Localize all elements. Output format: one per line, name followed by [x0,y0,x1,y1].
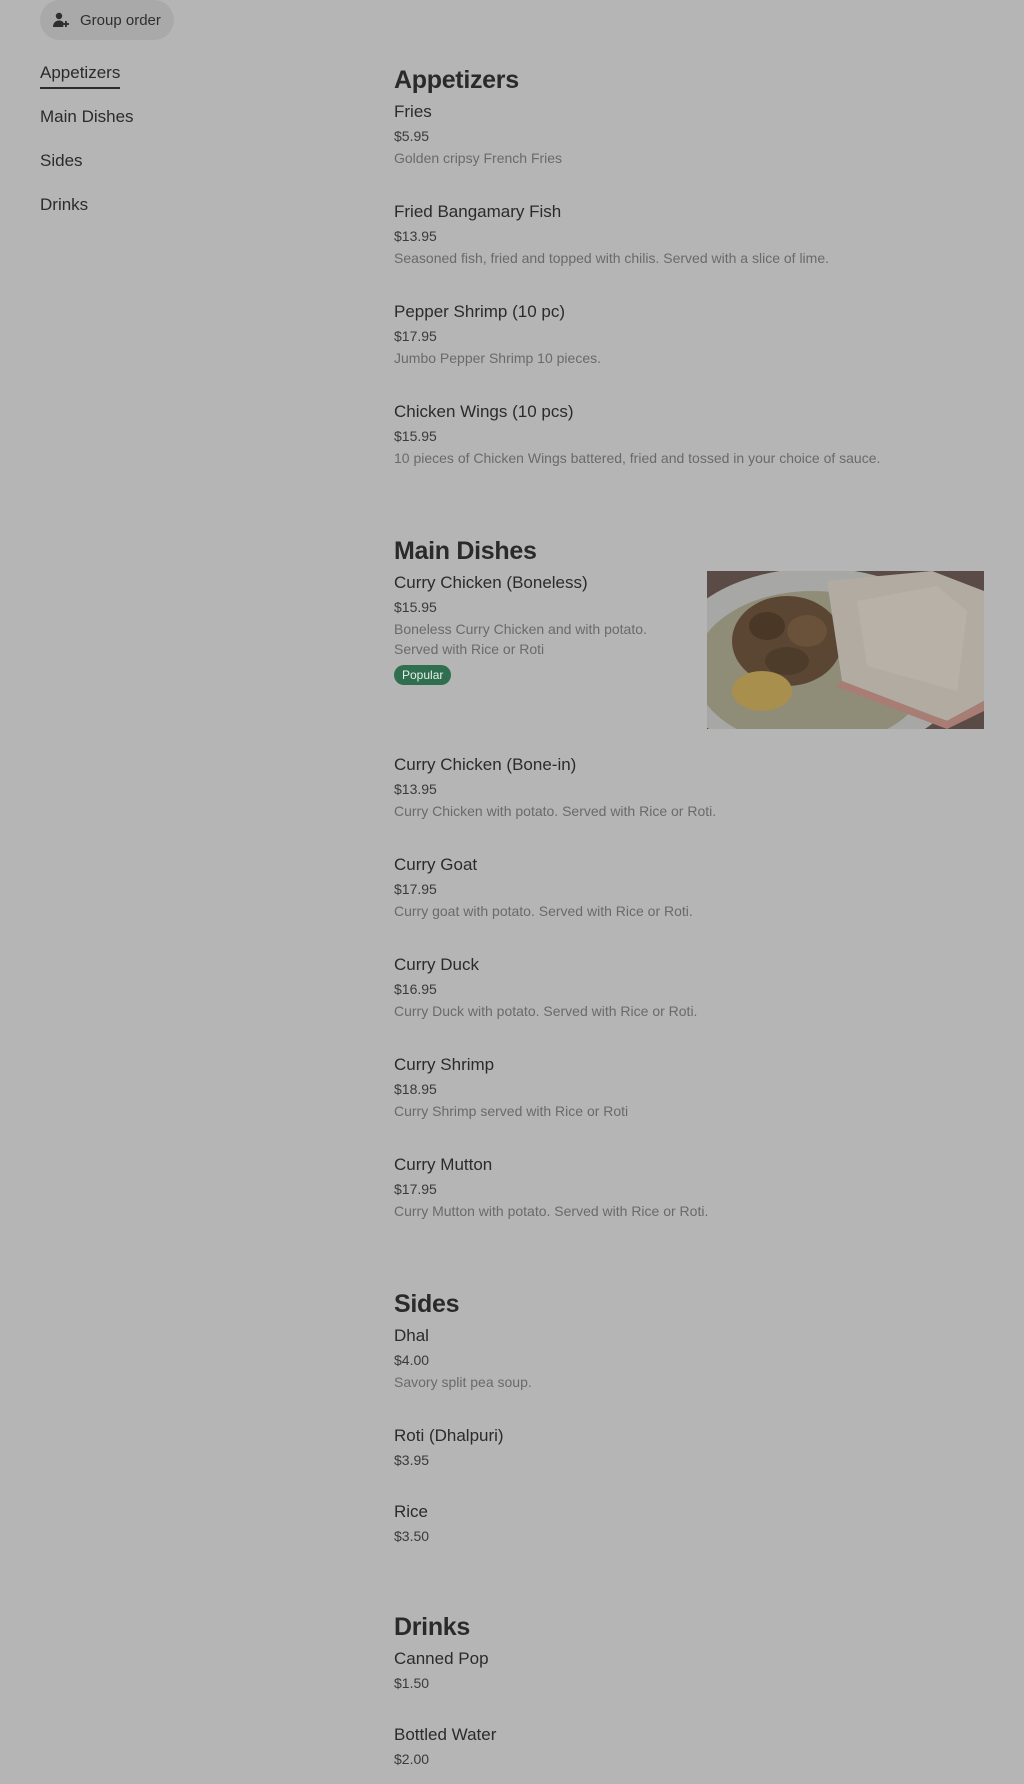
item-name: Pepper Shrimp (10 pc) [394,302,566,321]
item-price: $18.95 [394,1081,437,1097]
menu-item[interactable]: Curry Shrimp $18.95 Curry Shrimp served … [394,1053,984,1153]
nav-item-label: Drinks [40,195,89,214]
item-name: Curry Goat [394,855,478,874]
item-price: $17.95 [394,328,437,344]
item-name: Curry Shrimp [394,1055,495,1074]
section-title: Sides [394,1290,460,1318]
item-description: 10 pieces of Chicken Wings battered, fri… [394,450,881,466]
item-name: Curry Duck [394,955,480,974]
group-order-label: Group order [80,11,161,29]
section-appetizers: Appetizers Fries $5.95 Golden cripsy Fre… [394,60,984,500]
section-drinks: Drinks Canned Pop $1.50 Bottled Water $2… [394,1607,984,1783]
menu-item[interactable]: Fries $5.95 Golden cripsy French Fries [394,100,984,200]
item-price: $3.95 [394,1452,430,1468]
item-name: Curry Chicken (Boneless) [394,573,588,592]
group-order-button[interactable]: Group order [40,0,174,40]
menu-item[interactable]: Curry Chicken (Bone-in) $13.95 Curry Chi… [394,753,984,853]
item-description: Savory split pea soup. [394,1374,532,1390]
menu-item[interactable]: Bottled Water $2.00 [394,1723,984,1783]
menu-item[interactable]: Curry Goat $17.95 Curry goat with potato… [394,853,984,953]
item-name: Fries [394,102,432,121]
section-title: Main Dishes [394,537,537,565]
item-price: $1.50 [394,1675,430,1691]
item-description: Curry goat with potato. Served with Rice… [394,903,693,919]
section-title: Appetizers [394,66,519,94]
nav-item-label: Main Dishes [40,107,134,126]
item-description: Curry Shrimp served with Rice or Roti [394,1103,629,1119]
item-description: Jumbo Pepper Shrimp 10 pieces. [394,350,601,366]
item-price: $17.95 [394,1181,437,1197]
section-main-dishes: Main Dishes Curry Chicken (Boneless) $15… [394,531,984,1253]
item-description: Curry Chicken with potato. Served with R… [394,803,717,819]
item-name: Curry Chicken (Bone-in) [394,755,577,774]
item-price: $4.00 [394,1352,430,1368]
item-price: $13.95 [394,781,437,797]
group-add-icon [52,11,70,29]
menu-item[interactable]: Curry Mutton $17.95 Curry Mutton with po… [394,1153,984,1253]
item-description: Seasoned fish, fried and topped with chi… [394,250,830,266]
menu-item[interactable]: Fried Bangamary Fish $13.95 Seasoned fis… [394,200,984,300]
item-name: Bottled Water [394,1725,497,1744]
item-description: Curry Duck with potato. Served with Rice… [394,1003,698,1019]
item-description: Boneless Curry Chicken and with potato. … [394,621,647,657]
menu-item[interactable]: Chicken Wings (10 pcs) $15.95 10 pieces … [394,400,984,500]
menu-item[interactable]: Roti (Dhalpuri) $3.95 [394,1424,984,1500]
item-name: Roti (Dhalpuri) [394,1426,504,1445]
item-name: Rice [394,1502,429,1521]
item-price: $15.95 [394,428,437,444]
item-description: Curry Mutton with potato. Served with Ri… [394,1203,709,1219]
popular-badge: Popular [394,665,452,685]
item-price: $3.50 [394,1528,430,1544]
item-name: Chicken Wings (10 pcs) [394,402,574,421]
category-nav: Appetizers Main Dishes Sides Drinks [40,60,340,236]
menu-item[interactable]: Dhal $4.00 Savory split pea soup. [394,1324,984,1424]
section-title: Drinks [394,1613,471,1641]
nav-item-label: Sides [40,151,83,170]
item-price: $2.00 [394,1751,430,1767]
menu-item[interactable]: Pepper Shrimp (10 pc) $17.95 Jumbo Peppe… [394,300,984,400]
menu-item[interactable]: Rice $3.50 [394,1500,984,1576]
nav-item-sides[interactable]: Sides [40,148,340,192]
item-price: $17.95 [394,881,437,897]
section-sides: Sides Dhal $4.00 Savory split pea soup. … [394,1284,984,1576]
menu-list: Appetizers Fries $5.95 Golden cripsy Fre… [394,60,984,1783]
item-name: Fried Bangamary Fish [394,202,562,221]
nav-item-drinks[interactable]: Drinks [40,192,340,236]
item-price: $5.95 [394,128,430,144]
item-price: $15.95 [394,599,437,615]
menu-item[interactable]: Canned Pop $1.50 [394,1647,984,1723]
item-name: Canned Pop [394,1649,489,1668]
item-name: Curry Mutton [394,1155,493,1174]
nav-item-main-dishes[interactable]: Main Dishes [40,104,340,148]
menu-item[interactable]: Curry Chicken (Boneless) $15.95 Boneless… [394,571,984,753]
nav-item-appetizers[interactable]: Appetizers [40,60,340,104]
store-menu-page: Group order Appetizers Main Dishes Sides… [0,0,1024,1784]
nav-item-label: Appetizers [40,60,121,89]
menu-item[interactable]: Curry Duck $16.95 Curry Duck with potato… [394,953,984,1053]
item-price: $16.95 [394,981,437,997]
item-price: $13.95 [394,228,437,244]
item-photo[interactable] [707,571,984,729]
item-description: Golden cripsy French Fries [394,150,563,166]
item-name: Dhal [394,1326,429,1345]
